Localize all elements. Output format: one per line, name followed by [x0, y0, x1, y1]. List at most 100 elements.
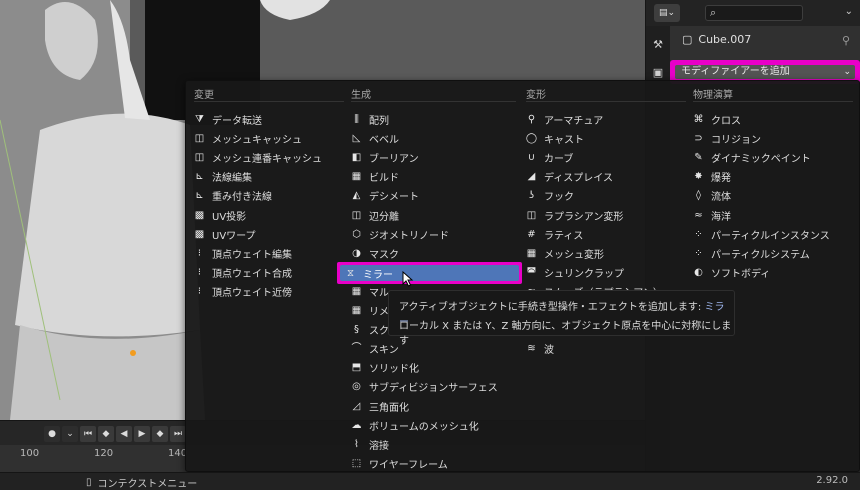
data-transfer-icon: ⧩: [195, 114, 204, 125]
record-options-chevron-icon[interactable]: ⌄: [62, 426, 78, 442]
search-input[interactable]: ⌕: [705, 5, 803, 21]
menu-item-boolean[interactable]: ◧ ブーリアン: [350, 148, 419, 167]
solidify-icon: ⬒: [351, 362, 362, 374]
menu-item-decimate[interactable]: ◭ デシメート: [350, 186, 419, 205]
menu-item-cloth[interactable]: ⌘ クロス: [692, 110, 742, 129]
uv-project-icon: ▩: [194, 209, 205, 221]
menu-item-label: キャスト: [544, 135, 584, 147]
menu-item-geometry-nodes[interactable]: ⬡ ジオメトリノード: [350, 225, 449, 244]
mask-icon: ◑: [352, 247, 361, 259]
menu-item-wireframe[interactable]: ⬚ ワイヤーフレーム: [350, 454, 448, 473]
vertex-weight-mix-icon: ⁝: [197, 266, 202, 278]
remesh-icon: ▦: [351, 305, 362, 316]
menu-item-cast[interactable]: ◯ キャスト: [525, 129, 584, 148]
menu-item-displace[interactable]: ◢ ディスプレイス: [525, 167, 613, 186]
search-icon: ⌕: [710, 6, 717, 19]
menu-item-data-transfer[interactable]: ⧩ データ転送: [193, 110, 262, 129]
menu-item-lattice[interactable]: # ラティス: [525, 225, 583, 244]
menu-item-uv-warp[interactable]: ▩ UVワープ: [193, 225, 256, 244]
mouse-cursor-icon: [402, 271, 414, 287]
next-keyframe-icon[interactable]: ◆: [152, 426, 168, 442]
column-heading-physics: 物理演算: [693, 90, 733, 101]
weld-icon: ⌇: [354, 438, 359, 450]
menu-item-label: 配列: [369, 116, 389, 127]
divider: [194, 101, 344, 102]
record-icon[interactable]: ●: [44, 426, 60, 442]
menu-item-mesh-cache[interactable]: ◫ メッシュキャッシュ: [193, 129, 302, 148]
menu-item-vertex-weight-mix[interactable]: ⁝ 頂点ウェイト合成: [193, 263, 292, 282]
mesh-deform-icon: ▦: [526, 247, 537, 259]
menu-item-armature[interactable]: ⚲ アーマチュア: [525, 110, 603, 129]
menu-item-fluid[interactable]: ◊ 流体: [692, 186, 731, 205]
menu-item-skin[interactable]: ⌒ スキン: [350, 339, 399, 358]
menu-item-ocean[interactable]: ≈ 海洋: [692, 206, 731, 225]
play-icon[interactable]: ▶: [134, 426, 150, 442]
menu-item-label: 三角面化: [369, 402, 409, 414]
menu-item-collision[interactable]: ⊃ コリジョン: [692, 129, 761, 148]
menu-item-hook[interactable]: ʖ フック: [525, 186, 574, 205]
menu-item-label: スキン: [369, 345, 399, 357]
menu-item-edge-split[interactable]: ◫ 辺分離: [350, 206, 399, 225]
menu-item-triangulate[interactable]: ◿ 三角面化: [350, 397, 409, 416]
menu-item-label: ラティス: [544, 230, 584, 242]
menu-item-label: ラプラシアン変形: [544, 211, 624, 223]
menu-item-remesh[interactable]: ▦ リメ: [350, 301, 389, 320]
menu-item-mask[interactable]: ◑ マスク: [350, 244, 399, 263]
menu-item-array[interactable]: ⫼ 配列: [350, 110, 389, 129]
tooltip-line-2: ローカル X または Y、Z 軸方向に、オブジェクト原点を中心に対称にします: [399, 321, 732, 347]
menu-item-label: 頂点ウェイト近傍: [212, 287, 292, 299]
hook-icon: ʖ: [528, 190, 535, 202]
menu-item-subdivision[interactable]: ◎ サブディビジョンサーフェス: [350, 377, 498, 396]
menu-item-volume-to-mesh[interactable]: ☁ ボリュームのメッシュ化: [350, 416, 479, 435]
shrinkwrap-icon: ◚: [526, 266, 537, 278]
prev-keyframe-icon[interactable]: ◆: [98, 426, 114, 442]
cloth-icon: ⌘: [693, 114, 704, 125]
menu-item-label: メッシュ連番キャッシュ: [212, 154, 322, 166]
menu-item-screw[interactable]: § スク: [350, 320, 389, 339]
menu-item-label: データ転送: [212, 116, 262, 127]
menu-item-label: メッシュキャッシュ: [212, 135, 302, 147]
tool-tab-icon[interactable]: ⚒: [649, 36, 667, 54]
vertex-weight-edit-icon: ⁝: [197, 247, 202, 259]
menu-item-normal-edit[interactable]: ⊾ 法線編集: [193, 167, 252, 186]
menu-item-particle-system[interactable]: ⁘ パーティクルシステム: [692, 244, 810, 263]
menu-item-mesh-deform[interactable]: ▦ メッシュ変形: [525, 244, 604, 263]
menu-item-weld[interactable]: ⌇ 溶接: [350, 435, 389, 454]
menu-item-particle-instance[interactable]: ⁘ パーティクルインスタンス: [692, 225, 829, 244]
menu-item-mirror[interactable]: ⧖ ミラー: [337, 262, 522, 284]
menu-item-laplacian-deform[interactable]: ◫ ラプラシアン変形: [525, 206, 624, 225]
menu-item-explode[interactable]: ✸ 爆発: [692, 167, 731, 186]
explode-icon: ✸: [694, 171, 703, 183]
play-reverse-icon[interactable]: ◀: [116, 426, 132, 442]
menu-item-label: 爆発: [711, 173, 731, 185]
menu-item-label: ミラー: [363, 269, 393, 281]
menu-item-bevel[interactable]: ◺ ベベル: [350, 129, 399, 148]
mesh-cache-icon: ◫: [194, 133, 205, 145]
menu-item-label: 流体: [711, 192, 731, 204]
menu-item-multires[interactable]: ▦ マル: [350, 282, 389, 301]
menu-item-vertex-weight-proximity[interactable]: ⁝ 頂点ウェイト近傍: [193, 282, 292, 301]
menu-item-label: スク: [369, 326, 389, 338]
menu-item-vertex-weight-edit[interactable]: ⁝ 頂点ウェイト編集: [193, 244, 292, 263]
jump-start-icon[interactable]: ⏮: [80, 426, 96, 442]
menu-item-dynamic-paint[interactable]: ✎ ダイナミックペイント: [692, 148, 811, 167]
object-name-row: ▢ Cube.007: [682, 33, 751, 46]
fluid-icon: ◊: [696, 190, 701, 202]
menu-item-weighted-normal[interactable]: ⊾ 重み付き法線: [193, 186, 272, 205]
weighted-normal-icon: ⊾: [195, 190, 204, 202]
tooltip-text: アクティブオブジェクトに手続き型操作・エフェクトを追加します:: [399, 302, 702, 313]
menu-item-solidify[interactable]: ⬒ ソリッド化: [350, 358, 419, 377]
menu-item-curve[interactable]: ∪ カーブ: [525, 148, 574, 167]
menu-item-soft-body[interactable]: ◐ ソフトボディ: [692, 263, 770, 282]
editor-type-button[interactable]: ▤⌄: [654, 4, 680, 22]
menu-item-shrinkwrap[interactable]: ◚ シュリンクラップ: [525, 263, 624, 282]
pin-icon[interactable]: ⚲: [842, 34, 850, 47]
menu-item-mesh-sequence-cache[interactable]: ◫ メッシュ連番キャッシュ: [193, 148, 322, 167]
wireframe-icon: ⬚: [351, 457, 362, 469]
menu-item-build[interactable]: ▦ ビルド: [350, 167, 399, 186]
menu-item-label: 重み付き法線: [212, 192, 272, 204]
chevron-down-icon[interactable]: ⌄: [845, 6, 853, 17]
menu-item-uv-project[interactable]: ▩ UV投影: [193, 206, 246, 225]
jump-end-icon[interactable]: ⏭: [170, 426, 186, 442]
menu-item-label: ワイヤーフレーム: [369, 459, 448, 471]
